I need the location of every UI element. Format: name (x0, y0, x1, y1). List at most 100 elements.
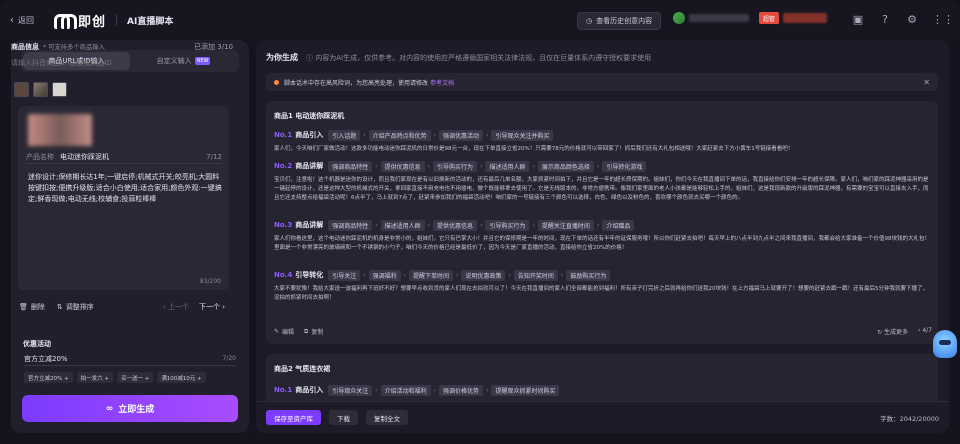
discount-title: 优惠活动 (23, 340, 51, 348)
section-number: No.2 (274, 162, 293, 170)
app-window: ‹ 返回 即创 AI直播脚本 ◷ 查看历史创意内容 超管 ▣ ? ⚙ ⋮⋮ 商品… (0, 0, 960, 444)
result-toolbar: 保存至资产库 下载 复制全文 字数：2042/20000 (256, 401, 949, 433)
arrow-right-icon: › (508, 271, 511, 279)
script-section: No.4 引导转化 引导关注 › 强调福利 › 提醒下单时间 › 说明优惠政策 › 告知… (274, 269, 932, 303)
section-tag: 引导转化游戏 (602, 160, 647, 172)
product-url-input[interactable] (11, 56, 233, 70)
selling-points-count: 83/200 (199, 278, 221, 285)
sort-button[interactable]: ⇅ 调整排序 (57, 302, 94, 312)
script-card-footer: ✎ 编辑 ⧉ 复制 ↻ 生成更多 ‹ 4/7 (274, 327, 932, 336)
edit-button[interactable]: ✎ 编辑 (274, 327, 294, 336)
discount-chip[interactable]: 官方立减20% + (24, 372, 73, 383)
discount-chip[interactable]: 满100减10元 + (157, 372, 206, 383)
section-tag: 介绍产品特点和优势 (368, 129, 431, 141)
app-logo[interactable]: 即创 (54, 11, 106, 30)
script-section: No.3 商品讲解 强调商品特性 › 描述适用人群 › 提供优惠信息 › 引导购买行为… (274, 219, 932, 253)
section-tag: 引入话题 (328, 129, 361, 141)
arrow-right-icon: › (480, 162, 483, 170)
discount-chip[interactable]: 拍一发六 + (76, 372, 113, 383)
generate-button[interactable]: ∞ 立即生成 (22, 395, 238, 422)
section-tag: 引导观众关注 (328, 384, 373, 396)
edit-label: 编辑 (282, 329, 295, 336)
assistant-bot-icon[interactable] (933, 330, 957, 358)
user-info[interactable]: 超管 (673, 12, 828, 24)
role-badge: 超管 (759, 12, 780, 24)
script-card-title: 商品2 气质连衣裙 (274, 365, 331, 373)
section-header: No.1 商品引入 引导观众关注 › 介绍活动和福利 › 强调价格优势 › 提醒观众抓… (274, 384, 932, 396)
close-icon[interactable]: ✕ (923, 78, 930, 87)
arrow-right-icon: › (433, 131, 437, 139)
product-name-field[interactable]: 产品名称 电动迷你踩泥机 7/12 (26, 150, 222, 164)
disclaimer-text: 内容为AI生成，仅供参考。对内容的使用应严格遵循国家相关法律法规，且仅在巨量体系… (315, 53, 652, 62)
section-tag: 强调价格优势 (439, 384, 484, 396)
help-icon[interactable]: ? (878, 13, 892, 27)
arrow-right-icon: › (375, 221, 378, 229)
arrow-right-icon: › (532, 221, 535, 229)
arrow-right-icon: › (532, 162, 535, 170)
selling-points-textarea[interactable]: 迷你设计;保修期长达1年;一键启停;机械式开关;皎亮机;大圆料按键扣按;便携升级… (28, 172, 222, 205)
discount-chip[interactable]: 买一送一 + (116, 372, 154, 383)
section-tag: 介绍赠品 (602, 219, 635, 231)
section-body[interactable]: 宝贝们，注意啦！这个机器是迷你的设计，而且我们家现在是有以旧换新的活动的，还有最… (274, 176, 932, 203)
product-thumbnail[interactable] (14, 82, 29, 97)
delete-label: 删除 (30, 303, 45, 311)
section-body[interactable]: 家人们你看这里，这个电动迷你踩泥机的机身是非常小的，姐妹们，它只有巴掌大小！并且… (274, 235, 932, 253)
product-name-count: 7/12 (206, 152, 222, 161)
arrow-right-icon: › (456, 271, 459, 279)
section-body[interactable]: 家人们，今天咱们厂家做活动！这款多功能电动迷你踩泥机的日常价是98元一台，现在下… (274, 145, 932, 154)
section-tag: 鼓励购买行为 (566, 269, 611, 281)
logo-icon: ∞ (105, 403, 114, 414)
trash-icon: 🗑 (19, 303, 28, 311)
apps-grid-icon[interactable]: ⋮⋮ (932, 13, 954, 27)
pencil-icon: ✎ (274, 328, 280, 335)
gear-icon[interactable]: ⚙ (905, 13, 919, 27)
arrow-right-icon: › (363, 271, 366, 279)
divider (116, 14, 118, 26)
delete-button[interactable]: 🗑 删除 (19, 302, 45, 312)
arrow-right-icon: › (596, 221, 600, 229)
history-button[interactable]: ◷ 查看历史创意内容 (577, 12, 662, 30)
section-tag: 说明优惠政策 (461, 269, 506, 281)
discount-input[interactable]: 官方立减20% 7/20 (24, 352, 236, 366)
section-tag: 提供优惠信息 (433, 219, 478, 231)
download-button[interactable]: 下载 (329, 410, 358, 425)
sort-label: 调整排序 (65, 303, 94, 311)
section-header: No.2 商品讲解 强调商品特性 › 提供优惠信息 › 引导购买行为 › 描述适用人群… (274, 160, 932, 172)
prev-product-button[interactable]: ‹ 上一个 (163, 302, 189, 312)
section-tag: 提醒观众抓紧时间购买 (491, 384, 560, 396)
arrow-right-icon: › (427, 221, 431, 229)
section-name: 商品讲解 (295, 162, 324, 170)
section-tag: 引导购买行为 (485, 219, 530, 231)
pager-label: 4/7 (922, 327, 932, 334)
product-actions: 🗑 删除 ⇅ 调整排序 ‹ 上一个 下一个 › (19, 302, 225, 312)
section-tag: 强调福利 (368, 269, 401, 281)
product-detail-card: 产品名称 电动迷你踩泥机 7/12 迷你设计;保修期长达1年;一键启停;机械式开… (18, 106, 229, 290)
section-tag: 描述适用人群 (485, 160, 530, 172)
result-header: 为你生成 ⓘ 内容为AI生成，仅供参考。对内容的使用应严格遵循国家相关法律法规，… (266, 52, 651, 63)
briefcase-icon[interactable]: ▣ (851, 13, 865, 27)
section-tag: 描述适用人群 (380, 219, 425, 231)
generate-more-label: 生成更多 (884, 329, 909, 336)
discount-value: 官方立减20% (24, 354, 68, 363)
prev-label: 上一个 (167, 303, 189, 311)
result-panel: 为你生成 ⓘ 内容为AI生成，仅供参考。对内容的使用应严格遵循国家相关法律法规，… (256, 40, 949, 433)
copy-all-button[interactable]: 复制全文 (366, 410, 408, 425)
script-section: No.2 商品讲解 强调商品特性 › 提供优惠信息 › 引导购买行为 › 描述适用人群… (274, 160, 932, 203)
next-product-button[interactable]: 下一个 › (199, 302, 225, 312)
section-tag: 提醒下单时间 (409, 269, 454, 281)
section-body[interactable]: 大家不要犹豫！我给大家送一波福利再下班好不好？想要早点收到货的家人们现在去拍就可… (274, 285, 932, 303)
result-title: 为你生成 (266, 53, 298, 62)
arrow-right-icon: › (486, 386, 489, 394)
reference-doc-link[interactable]: 参考文档 (430, 78, 454, 87)
history-icon: ◷ (586, 17, 593, 25)
script-section: No.1 商品引入 引导观众关注 › 介绍活动和福利 › 强调价格优势 › 提醒观众抓… (274, 384, 932, 396)
product-thumbnail[interactable] (52, 82, 67, 97)
version-pager[interactable]: ‹ 4/7 (918, 327, 932, 336)
discount-count: 7/20 (222, 355, 236, 362)
page-title: AI直播脚本 (127, 16, 174, 27)
save-to-assets-button[interactable]: 保存至资产库 (266, 410, 321, 425)
copy-button[interactable]: ⧉ 复制 (304, 327, 323, 337)
generate-more-button[interactable]: ↻ 生成更多 (877, 327, 908, 336)
product-thumbnail[interactable] (33, 82, 48, 97)
back-button[interactable]: ‹ 返回 (10, 15, 34, 26)
